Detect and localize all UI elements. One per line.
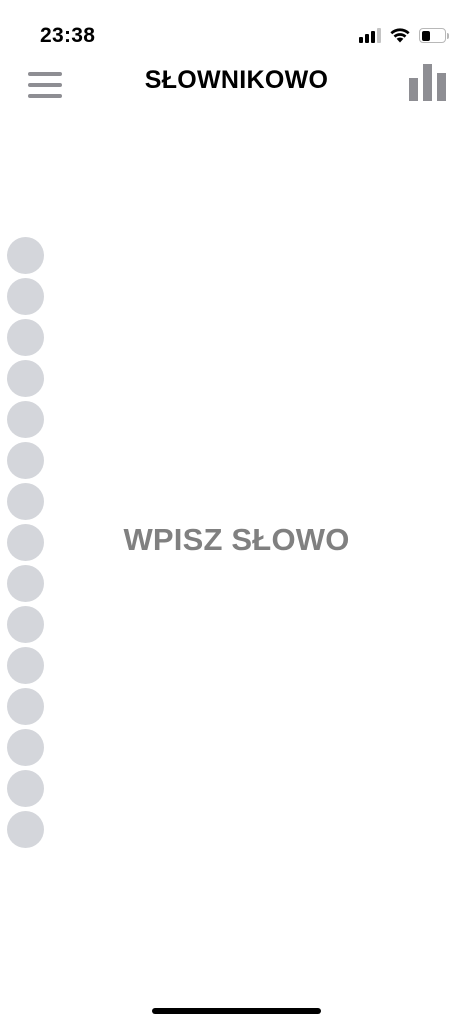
- nav-bar: SŁOWNIKOWO: [0, 60, 473, 108]
- status-bar: 23:38: [0, 0, 473, 60]
- letter-slot-circle[interactable]: [7, 278, 44, 315]
- battery-icon: [419, 27, 449, 43]
- letter-slot-circle[interactable]: [7, 565, 44, 602]
- letter-slot-circle[interactable]: [7, 688, 44, 725]
- bar-chart-icon[interactable]: [408, 62, 448, 102]
- status-time: 23:38: [40, 24, 96, 47]
- status-icons: [359, 27, 449, 43]
- letter-slot-circle[interactable]: [7, 483, 44, 520]
- letter-slot-circle[interactable]: [7, 360, 44, 397]
- letter-slot-circle[interactable]: [7, 729, 44, 766]
- enter-word-prompt: WPISZ SŁOWO: [123, 522, 350, 557]
- letter-slot-circle[interactable]: [7, 770, 44, 807]
- cellular-signal-icon: [359, 27, 381, 43]
- home-indicator[interactable]: [152, 1008, 321, 1014]
- letter-slot-circle[interactable]: [7, 237, 44, 274]
- letter-slot-circle[interactable]: [7, 319, 44, 356]
- letter-slot-circle[interactable]: [7, 811, 44, 848]
- letter-slot-circle[interactable]: [7, 442, 44, 479]
- app-title: SŁOWNIKOWO: [144, 66, 329, 94]
- letter-slot-circle[interactable]: [7, 647, 44, 684]
- letter-slot-circle[interactable]: [7, 606, 44, 643]
- letter-slot-circle[interactable]: [7, 401, 44, 438]
- wifi-icon: [390, 28, 410, 43]
